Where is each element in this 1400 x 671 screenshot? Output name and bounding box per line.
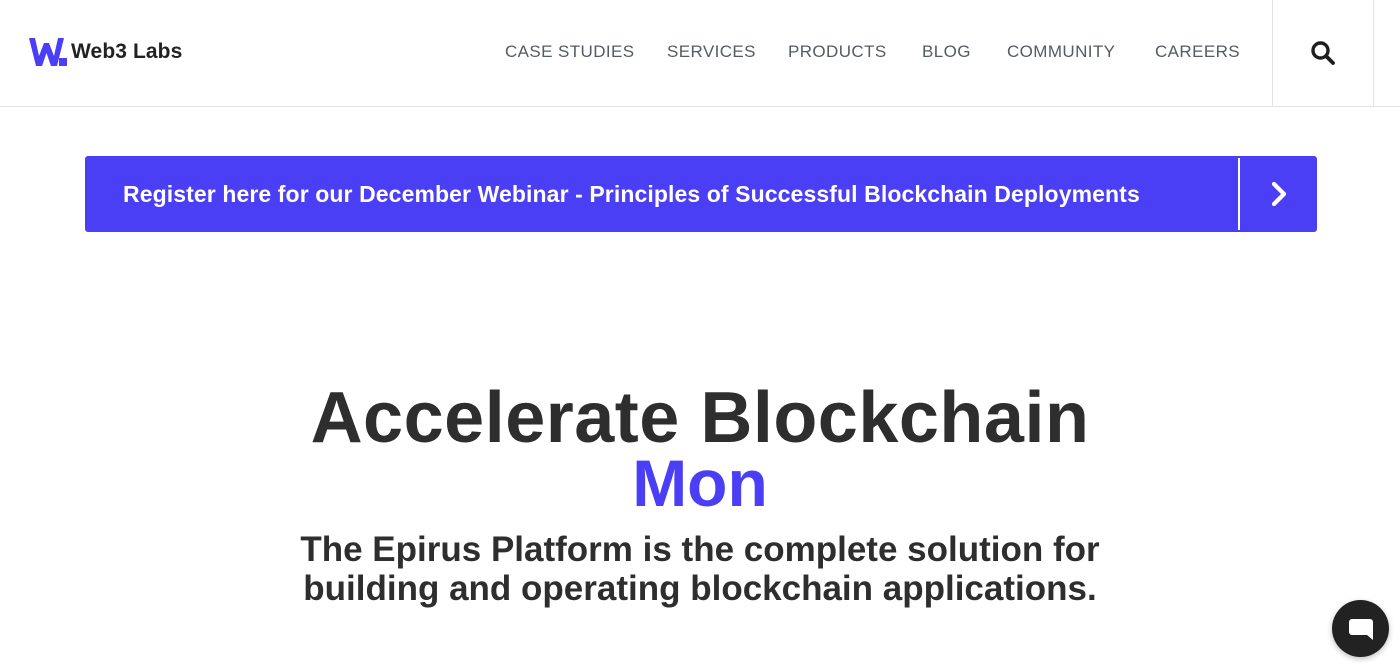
hero-section: Accelerate Blockchain Mon The Epirus Pla… — [0, 372, 1400, 608]
nav-case-studies[interactable]: CASE STUDIES — [505, 42, 635, 62]
hero-accent-word: Mon — [632, 446, 768, 520]
top-navigation-bar: Web3 Labs CASE STUDIES SERVICES PRODUCTS… — [0, 0, 1400, 107]
chevron-right-icon — [1271, 181, 1286, 207]
webinar-banner-text: Register here for our December Webinar -… — [123, 181, 1140, 207]
brand-name: Web3 Labs — [71, 40, 183, 63]
chat-bubble-icon — [1348, 618, 1373, 640]
hero-subtitle: The Epirus Platform is the complete solu… — [300, 530, 1100, 608]
nav-blog[interactable]: BLOG — [922, 42, 971, 62]
chat-widget-button[interactable] — [1332, 600, 1389, 657]
nav-products[interactable]: PRODUCTS — [788, 42, 887, 62]
banner-arrow-button[interactable] — [1240, 156, 1317, 232]
webinar-banner[interactable]: Register here for our December Webinar -… — [85, 156, 1317, 232]
nav-community[interactable]: COMMUNITY — [1007, 42, 1115, 62]
web3-labs-logo-icon — [29, 38, 67, 66]
brand-logo-link[interactable]: Web3 Labs — [27, 36, 182, 68]
search-icon — [1311, 41, 1335, 65]
nav-services[interactable]: SERVICES — [667, 42, 756, 62]
search-button[interactable] — [1272, 0, 1374, 106]
nav-careers[interactable]: CAREERS — [1155, 42, 1240, 62]
